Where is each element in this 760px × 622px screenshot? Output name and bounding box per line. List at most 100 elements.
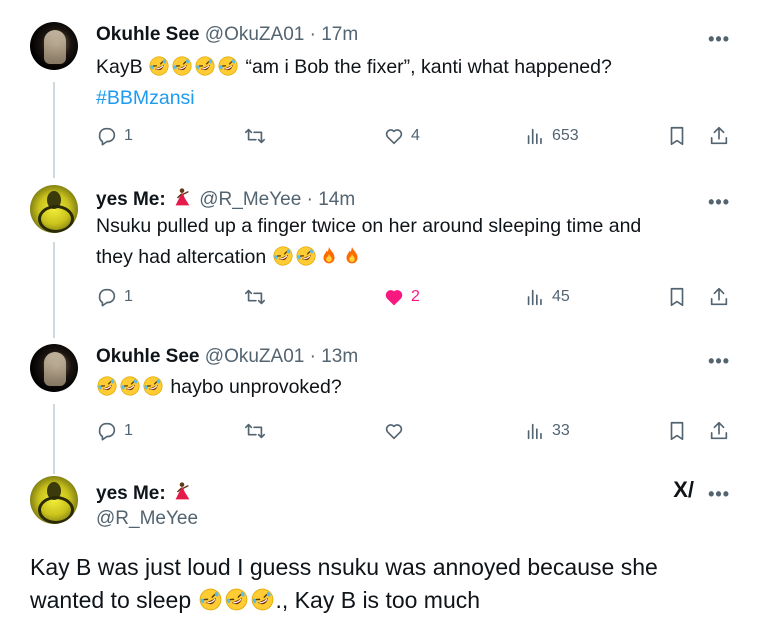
share-icon (710, 126, 728, 145)
bookmark-button[interactable] (666, 286, 688, 308)
share-button[interactable] (708, 420, 730, 442)
reply-button[interactable]: 1 (96, 286, 133, 308)
display-name[interactable]: yes Me: (96, 481, 194, 505)
share-button[interactable] (708, 125, 730, 147)
like-button[interactable]: 2 (383, 286, 420, 308)
view-count: 45 (552, 288, 570, 305)
timestamp[interactable]: 14m (318, 189, 355, 210)
reply-icon (98, 127, 116, 146)
reply-icon (98, 422, 116, 441)
more-icon[interactable]: ••• (708, 352, 730, 370)
rofl-emoji (295, 245, 317, 267)
view-count: 653 (552, 127, 579, 144)
rofl-emoji (96, 375, 118, 397)
main-tweet[interactable]: yes Me: @R_MeYee X/ ••• Kay B was just l… (0, 465, 760, 622)
tweet-text-suffix: “am i Bob the fixer”, kanti what happene… (240, 56, 612, 78)
reply-count: 1 (124, 127, 133, 144)
avatar[interactable] (30, 476, 78, 524)
tweet-header: Okuhle See @OkuZA01 · 17m (96, 24, 358, 46)
reply-button[interactable]: 1 (96, 420, 133, 442)
tweet-header: Okuhle See @OkuZA01 · 13m (96, 346, 358, 368)
like-icon (385, 290, 403, 306)
like-count: 4 (411, 127, 420, 144)
rofl-emoji (171, 55, 193, 77)
views-icon (527, 128, 542, 145)
like-button[interactable] (383, 420, 411, 442)
retweet-icon (245, 128, 265, 144)
views-icon (527, 289, 542, 306)
more-icon[interactable]: ••• (708, 485, 730, 503)
tweet[interactable]: Okuhle See @OkuZA01 · 17m ••• KayB “am i… (0, 0, 760, 170)
reply-button[interactable]: 1 (96, 125, 133, 147)
bookmark-button[interactable] (666, 125, 688, 147)
separator-dot: · (309, 24, 316, 45)
more-icon[interactable]: ••• (708, 193, 730, 211)
action-bar: 1 33 (96, 420, 736, 446)
rofl-emoji (119, 375, 141, 397)
like-icon (385, 129, 403, 145)
fire-emoji (341, 245, 363, 267)
share-button[interactable] (708, 286, 730, 308)
reply-icon (98, 288, 116, 307)
reply-thread: Okuhle See @OkuZA01 · 17m ••• KayB “am i… (0, 0, 760, 622)
display-name[interactable]: Okuhle See (96, 24, 200, 45)
avatar[interactable] (30, 185, 78, 233)
retweet-button[interactable] (243, 125, 267, 147)
action-bar: 1 2 45 (96, 286, 736, 312)
like-icon (385, 424, 403, 440)
rofl-emoji (142, 375, 164, 397)
like-count: 2 (411, 288, 420, 305)
tweet-text: KayB “am i Bob the fixer”, kanti what ha… (96, 52, 726, 114)
user-handle[interactable]: @OkuZA01 (205, 24, 305, 45)
views-button[interactable]: 45 (524, 286, 570, 308)
hashtag-link[interactable]: #BBMzansi (96, 87, 195, 109)
avatar[interactable] (30, 344, 78, 392)
tweet[interactable]: yes Me: @R_MeYee · 14m ••• Nsuku pulled … (0, 170, 760, 330)
display-name-text: yes Me: (96, 483, 166, 504)
retweet-icon (245, 289, 265, 305)
reply-count: 1 (124, 288, 133, 305)
like-button[interactable]: 4 (383, 125, 420, 147)
views-icon (527, 423, 542, 440)
retweet-icon (245, 423, 265, 439)
separator-dot: · (309, 346, 316, 367)
retweet-button[interactable] (243, 420, 267, 442)
display-name[interactable]: Okuhle See (96, 346, 200, 367)
tweet[interactable]: Okuhle See @OkuZA01 · 13m ••• haybo unpr… (0, 330, 760, 465)
tweet-text-line1: Kay B was just loud I guess nsuku was an… (30, 554, 658, 580)
views-button[interactable]: 653 (524, 125, 579, 147)
tweet-text: Nsuku pulled up a finger twice on her ar… (96, 211, 726, 273)
rofl-emoji (224, 587, 249, 612)
tweet-text: haybo unprovoked? (96, 372, 726, 403)
separator-dot: · (306, 189, 313, 210)
share-icon (710, 287, 728, 306)
rofl-emoji (198, 587, 223, 612)
user-handle[interactable]: @R_MeYee (199, 189, 301, 210)
bookmark-button[interactable] (666, 420, 688, 442)
grok-icon[interactable]: X/ (673, 477, 694, 503)
bookmark-icon (670, 287, 684, 307)
bookmark-icon (670, 126, 684, 146)
reply-count: 1 (124, 422, 133, 439)
view-count: 33 (552, 422, 570, 439)
timestamp[interactable]: 13m (321, 346, 358, 367)
tweet-text-line2-suffix: ., Kay B is too much (275, 587, 481, 613)
avatar[interactable] (30, 22, 78, 70)
fire-emoji (318, 245, 340, 267)
user-handle[interactable]: @OkuZA01 (205, 346, 305, 367)
tweet-text-prefix: KayB (96, 56, 143, 78)
tweet-text-suffix: haybo unprovoked? (165, 376, 342, 398)
rofl-emoji (250, 587, 275, 612)
timestamp[interactable]: 17m (321, 24, 358, 45)
views-button[interactable]: 33 (524, 420, 570, 442)
rofl-emoji (194, 55, 216, 77)
rofl-emoji (217, 55, 239, 77)
rofl-emoji (272, 245, 294, 267)
tweet-header: yes Me: @R_MeYee · 14m (96, 187, 355, 211)
retweet-button[interactable] (243, 286, 267, 308)
user-handle[interactable]: @R_MeYee (96, 508, 198, 530)
dancer-emoji (171, 481, 193, 503)
dancer-emoji (171, 187, 193, 209)
display-name[interactable]: yes Me: (96, 189, 166, 210)
more-icon[interactable]: ••• (708, 30, 730, 48)
